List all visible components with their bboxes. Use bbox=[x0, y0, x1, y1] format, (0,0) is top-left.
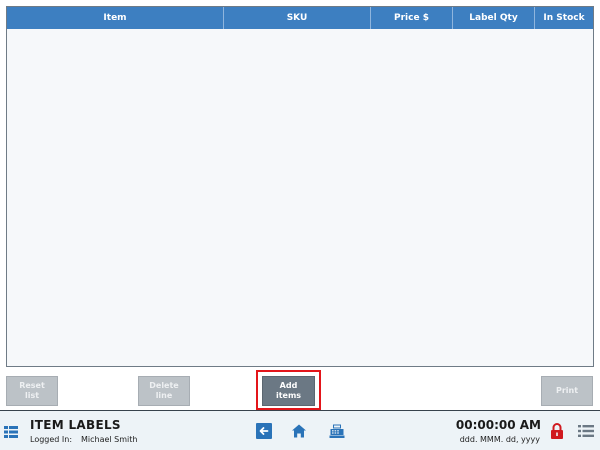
reset-list-button[interactable]: Reset list bbox=[6, 376, 58, 406]
print-button[interactable]: Print bbox=[541, 376, 593, 406]
item-labels-table: Item SKU Price $ Label Qty In Stock bbox=[6, 6, 594, 367]
delete-line-button[interactable]: Delete line bbox=[138, 376, 190, 406]
column-header-price[interactable]: Price $ bbox=[371, 7, 453, 29]
status-bar: ITEM LABELS Logged In: Michael Smith 00:… bbox=[0, 410, 600, 450]
add-items-button[interactable]: Add items bbox=[262, 376, 315, 406]
clock-date: ddd. MMM. dd, yyyy bbox=[459, 435, 540, 444]
home-icon[interactable] bbox=[291, 423, 307, 439]
list-icon[interactable] bbox=[578, 425, 594, 437]
logged-in-label: Logged In: bbox=[30, 435, 73, 444]
column-header-in-stock[interactable]: In Stock bbox=[535, 7, 593, 29]
table-header: Item SKU Price $ Label Qty In Stock bbox=[7, 7, 593, 29]
lock-icon[interactable] bbox=[550, 423, 564, 439]
action-bar: Reset list Delete line Add items Print bbox=[0, 367, 600, 410]
back-arrow-icon[interactable] bbox=[256, 423, 272, 439]
logged-in-user: Michael Smith bbox=[81, 435, 138, 444]
table-body[interactable] bbox=[7, 29, 593, 366]
column-header-sku[interactable]: SKU bbox=[224, 7, 371, 29]
clock-time: 00:00:00 AM bbox=[455, 418, 541, 432]
column-header-label-qty[interactable]: Label Qty bbox=[453, 7, 535, 29]
cash-register-icon[interactable] bbox=[329, 423, 345, 439]
column-header-item[interactable]: Item bbox=[7, 7, 224, 29]
page-title: ITEM LABELS bbox=[30, 418, 121, 432]
menu-icon[interactable] bbox=[4, 426, 18, 438]
